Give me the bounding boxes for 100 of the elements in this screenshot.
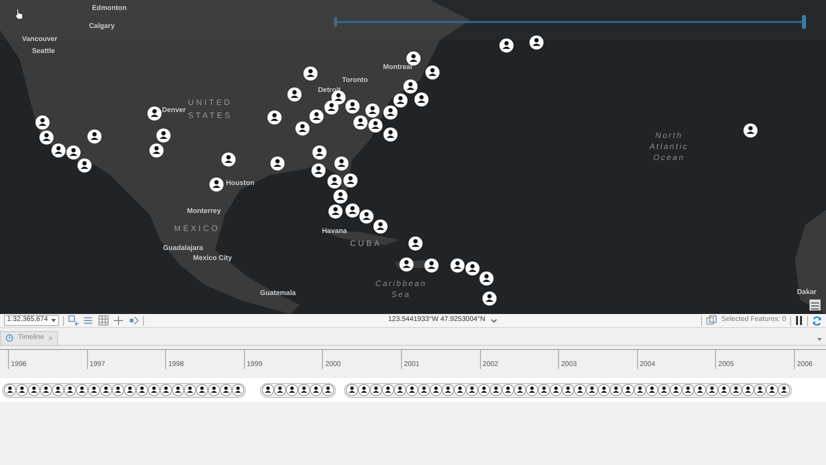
event-marker-icon[interactable] — [610, 384, 622, 396]
person-marker-icon[interactable] — [499, 38, 514, 53]
event-marker-icon[interactable] — [682, 384, 694, 396]
person-marker-icon[interactable] — [156, 128, 171, 143]
person-marker-icon[interactable] — [149, 143, 164, 158]
person-marker-icon[interactable] — [414, 92, 429, 107]
person-marker-icon[interactable] — [221, 152, 236, 167]
legend-icon[interactable] — [809, 299, 821, 311]
person-marker-icon[interactable] — [450, 258, 465, 273]
person-marker-icon[interactable] — [309, 109, 324, 124]
event-group[interactable] — [344, 382, 792, 398]
event-marker-icon[interactable] — [310, 384, 322, 396]
person-marker-icon[interactable] — [465, 261, 480, 276]
event-marker-icon[interactable] — [718, 384, 730, 396]
person-marker-icon[interactable] — [425, 65, 440, 80]
event-marker-icon[interactable] — [40, 384, 52, 396]
event-marker-icon[interactable] — [394, 384, 406, 396]
person-marker-icon[interactable] — [303, 66, 318, 81]
event-marker-icon[interactable] — [586, 384, 598, 396]
event-marker-icon[interactable] — [502, 384, 514, 396]
event-marker-icon[interactable] — [634, 384, 646, 396]
event-marker-icon[interactable] — [598, 384, 610, 396]
event-marker-icon[interactable] — [466, 384, 478, 396]
event-marker-icon[interactable] — [208, 384, 220, 396]
event-marker-icon[interactable] — [28, 384, 40, 396]
refresh-icon[interactable] — [812, 316, 822, 326]
event-marker-icon[interactable] — [64, 384, 76, 396]
event-marker-icon[interactable] — [346, 384, 358, 396]
person-marker-icon[interactable] — [333, 189, 348, 204]
grid-add-icon[interactable] — [68, 315, 79, 326]
event-marker-icon[interactable] — [100, 384, 112, 396]
person-marker-icon[interactable] — [424, 258, 439, 273]
event-marker-icon[interactable] — [670, 384, 682, 396]
event-marker-icon[interactable] — [730, 384, 742, 396]
event-marker-icon[interactable] — [622, 384, 634, 396]
event-marker-icon[interactable] — [706, 384, 718, 396]
event-marker-icon[interactable] — [220, 384, 232, 396]
time-slider[interactable] — [334, 14, 806, 30]
person-marker-icon[interactable] — [373, 219, 388, 234]
event-marker-icon[interactable] — [574, 384, 586, 396]
caret-icon[interactable] — [817, 338, 822, 341]
person-marker-icon[interactable] — [334, 156, 349, 171]
event-marker-icon[interactable] — [382, 384, 394, 396]
event-group[interactable] — [260, 382, 336, 398]
event-marker-icon[interactable] — [184, 384, 196, 396]
person-marker-icon[interactable] — [406, 51, 421, 66]
person-marker-icon[interactable] — [209, 177, 224, 192]
person-marker-icon[interactable] — [295, 121, 310, 136]
event-marker-icon[interactable] — [76, 384, 88, 396]
event-marker-icon[interactable] — [16, 384, 28, 396]
event-marker-icon[interactable] — [754, 384, 766, 396]
person-marker-icon[interactable] — [66, 145, 81, 160]
person-marker-icon[interactable] — [368, 118, 383, 133]
selection-icon[interactable] — [706, 315, 718, 326]
person-marker-icon[interactable] — [383, 127, 398, 142]
person-marker-icon[interactable] — [353, 115, 368, 130]
person-marker-icon[interactable] — [324, 100, 339, 115]
person-marker-icon[interactable] — [147, 106, 162, 121]
person-marker-icon[interactable] — [327, 174, 342, 189]
event-marker-icon[interactable] — [274, 384, 286, 396]
event-marker-icon[interactable] — [538, 384, 550, 396]
event-marker-icon[interactable] — [160, 384, 172, 396]
event-marker-icon[interactable] — [52, 384, 64, 396]
person-marker-icon[interactable] — [311, 163, 326, 178]
event-marker-icon[interactable] — [418, 384, 430, 396]
event-marker-icon[interactable] — [4, 384, 16, 396]
event-marker-icon[interactable] — [454, 384, 466, 396]
person-marker-icon[interactable] — [77, 158, 92, 173]
event-marker-icon[interactable] — [562, 384, 574, 396]
person-marker-icon[interactable] — [529, 35, 544, 50]
person-marker-icon[interactable] — [479, 271, 494, 286]
event-group[interactable] — [2, 382, 246, 398]
event-marker-icon[interactable] — [172, 384, 184, 396]
person-marker-icon[interactable] — [393, 93, 408, 108]
event-marker-icon[interactable] — [124, 384, 136, 396]
crosshair-icon[interactable] — [113, 315, 124, 326]
person-marker-icon[interactable] — [408, 236, 423, 251]
event-marker-icon[interactable] — [112, 384, 124, 396]
event-marker-icon[interactable] — [322, 384, 334, 396]
event-marker-icon[interactable] — [370, 384, 382, 396]
event-marker-icon[interactable] — [148, 384, 160, 396]
event-marker-icon[interactable] — [358, 384, 370, 396]
event-marker-icon[interactable] — [196, 384, 208, 396]
event-marker-icon[interactable] — [478, 384, 490, 396]
event-marker-icon[interactable] — [694, 384, 706, 396]
event-marker-icon[interactable] — [232, 384, 244, 396]
event-marker-icon[interactable] — [286, 384, 298, 396]
person-marker-icon[interactable] — [345, 99, 360, 114]
event-marker-icon[interactable] — [88, 384, 100, 396]
event-marker-icon[interactable] — [136, 384, 148, 396]
person-marker-icon[interactable] — [287, 87, 302, 102]
event-marker-icon[interactable] — [514, 384, 526, 396]
pause-icon[interactable] — [795, 316, 803, 325]
person-marker-icon[interactable] — [399, 257, 414, 272]
event-marker-icon[interactable] — [442, 384, 454, 396]
event-marker-icon[interactable] — [658, 384, 670, 396]
person-marker-icon[interactable] — [35, 115, 50, 130]
person-marker-icon[interactable] — [87, 129, 102, 144]
person-marker-icon[interactable] — [267, 110, 282, 125]
event-marker-icon[interactable] — [766, 384, 778, 396]
